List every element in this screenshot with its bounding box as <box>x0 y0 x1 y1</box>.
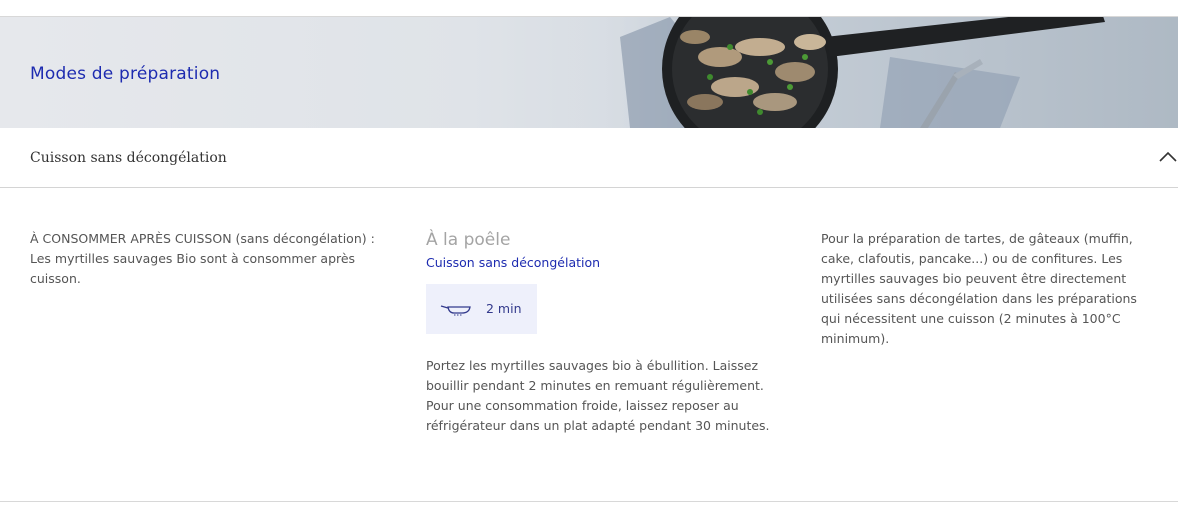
chevron-up-icon[interactable] <box>1158 150 1178 164</box>
sauteed-mushrooms-pan-photo <box>560 17 1178 128</box>
bottom-divider <box>0 501 1178 502</box>
accordion-header-cuisson[interactable]: Cuisson sans décongélation <box>0 128 1178 188</box>
note-text: Pour la préparation de tartes, de gâteau… <box>821 231 1137 346</box>
method-description: Portez les myrtilles sauvages bio à ébul… <box>426 358 770 433</box>
cooking-time-badge: 2 min <box>426 284 537 334</box>
section-title: Modes de préparation <box>30 64 221 84</box>
method-subtitle: Cuisson sans décongélation <box>426 255 601 270</box>
method-title: À la poêle <box>426 230 511 250</box>
accordion-label: Cuisson sans décongélation <box>30 150 227 166</box>
preparation-banner: Modes de préparation <box>0 17 1178 128</box>
frying-pan-icon <box>440 305 471 316</box>
intro-text: À CONSOMMER APRÈS CUISSON (sans décongél… <box>30 231 375 286</box>
cooking-time: 2 min <box>486 301 522 316</box>
method-card: À la poêle Cuisson sans décongélation 2 … <box>426 228 786 436</box>
